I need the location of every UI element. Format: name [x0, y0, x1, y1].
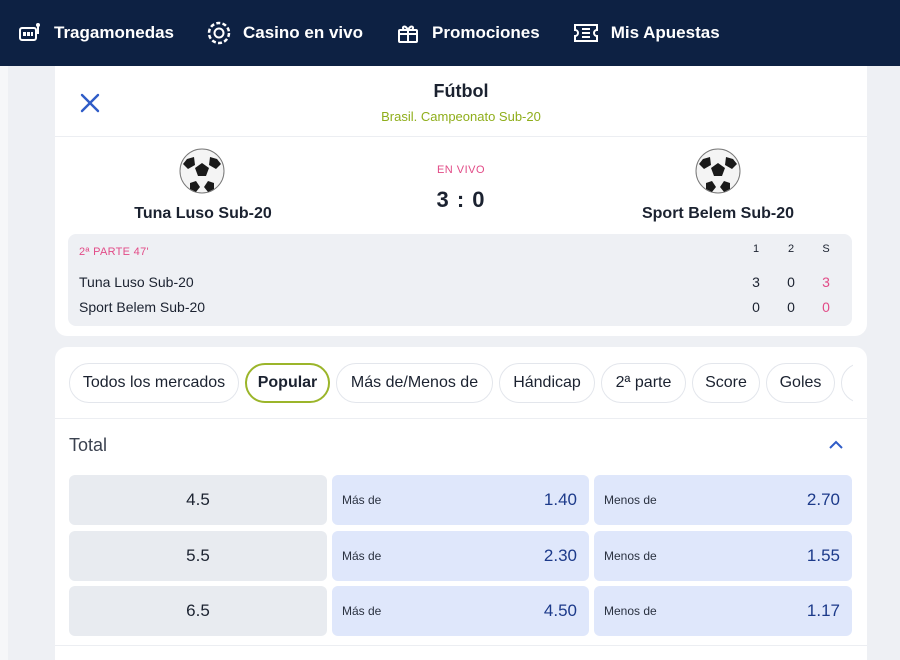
ticket-icon: [573, 24, 598, 42]
scoreboard-row: Sport Belem Sub-20 0 0 0: [79, 299, 839, 319]
header-first-half: 1: [752, 243, 760, 255]
under-odds-button[interactable]: Menos de 2.70: [594, 475, 852, 525]
odds-value: 1.17: [806, 601, 840, 620]
total-line: 4.5: [69, 475, 327, 525]
slot-machine-icon: [19, 23, 40, 41]
odds-value: 2.70: [806, 490, 840, 509]
total-line: 5.5: [69, 531, 327, 581]
scoreboard-header-row: 1 2 S: [79, 243, 839, 263]
gift-icon: [397, 25, 418, 43]
chevron-up-icon[interactable]: [827, 437, 845, 451]
top-navigation: Tragamonedas Casino en vivo Promociones …: [0, 0, 900, 66]
markets-card: Todos los mercados Popular Más de/Menos …: [55, 347, 867, 660]
tab-segunda-parte[interactable]: 2ª parte: [601, 363, 686, 403]
score-total: 0: [822, 299, 830, 315]
score-second-half: 0: [787, 299, 795, 315]
live-status: EN VIVO: [436, 164, 486, 176]
over-odds-button[interactable]: Más de 2.30: [332, 531, 589, 581]
nav-item-mis-apuestas[interactable]: Mis Apuestas: [573, 0, 720, 66]
divider: [55, 418, 867, 419]
score-first-half: 3: [752, 274, 760, 290]
nav-label: Casino en vivo: [243, 23, 363, 42]
score-second-half: 0: [787, 274, 795, 290]
over-odds-button[interactable]: Más de 4.50: [332, 586, 589, 636]
total-line: 6.5: [69, 586, 327, 636]
nav-item-tragamonedas[interactable]: Tragamonedas: [18, 0, 174, 66]
tab-popular[interactable]: Popular: [245, 363, 330, 403]
nav-label: Promociones: [431, 23, 540, 42]
market-tabs: Todos los mercados Popular Más de/Menos …: [69, 363, 853, 403]
under-odds-button[interactable]: Menos de 1.55: [594, 531, 852, 581]
odds-label: Más de: [342, 604, 382, 618]
nav-item-casino-en-vivo[interactable]: Casino en vivo: [207, 0, 363, 66]
odds-label: Más de: [342, 493, 382, 507]
nav-item-promociones[interactable]: Promociones: [396, 0, 540, 66]
odds-label: Menos de: [604, 493, 657, 507]
tab-goles[interactable]: Goles: [766, 363, 835, 403]
scoreboard-row: Tuna Luso Sub-20 3 0 3: [79, 274, 839, 294]
away-team-ball-icon: [695, 148, 741, 194]
sport-title: Fútbol: [433, 81, 489, 101]
odds-value: 4.50: [543, 601, 577, 620]
odds-label: Más de: [342, 549, 382, 563]
score-total: 3: [822, 274, 830, 290]
roulette-chip-icon: [207, 21, 231, 45]
home-team-name: Tuna Luso Sub-20: [134, 205, 272, 222]
odds-value: 1.40: [543, 490, 577, 509]
market-title[interactable]: Total: [69, 435, 107, 456]
score-first-half: 0: [752, 299, 760, 315]
nav-label: Mis Apuestas: [610, 23, 720, 42]
scoreboard-team: Tuna Luso Sub-20: [79, 274, 194, 290]
away-team-name: Sport Belem Sub-20: [641, 205, 795, 222]
tab-todos-los-mercados[interactable]: Todos los mercados: [69, 363, 239, 403]
tab-score[interactable]: Score: [692, 363, 760, 403]
odds-label: Menos de: [604, 549, 657, 563]
odds-value: 2.30: [543, 546, 577, 565]
header-second-half: 2: [787, 243, 795, 255]
divider: [55, 645, 867, 646]
tab-more[interactable]: [841, 363, 853, 403]
tab-mas-menos[interactable]: Más de/Menos de: [336, 363, 493, 403]
scoreboard-team: Sport Belem Sub-20: [79, 299, 206, 315]
divider: [55, 136, 867, 137]
event-header-card: Fútbol Brasil. Campeonato Sub-20 Tuna Lu…: [55, 66, 867, 336]
tab-handicap[interactable]: Hándicap: [499, 363, 595, 403]
header-total: S: [822, 243, 830, 255]
match-score: 3 : 0: [436, 187, 486, 212]
odds-value: 1.55: [806, 546, 840, 565]
scoreboard: 2ª PARTE 47' 1 2 S Tuna Luso Sub-20 3 0 …: [68, 234, 852, 326]
odds-label: Menos de: [604, 604, 657, 618]
left-background-strip: [0, 66, 8, 660]
league-name[interactable]: Brasil. Campeonato Sub-20: [55, 109, 867, 124]
under-odds-button[interactable]: Menos de 1.17: [594, 586, 852, 636]
nav-label: Tragamonedas: [54, 23, 174, 42]
home-team-ball-icon: [179, 148, 225, 194]
over-odds-button[interactable]: Más de 1.40: [332, 475, 589, 525]
